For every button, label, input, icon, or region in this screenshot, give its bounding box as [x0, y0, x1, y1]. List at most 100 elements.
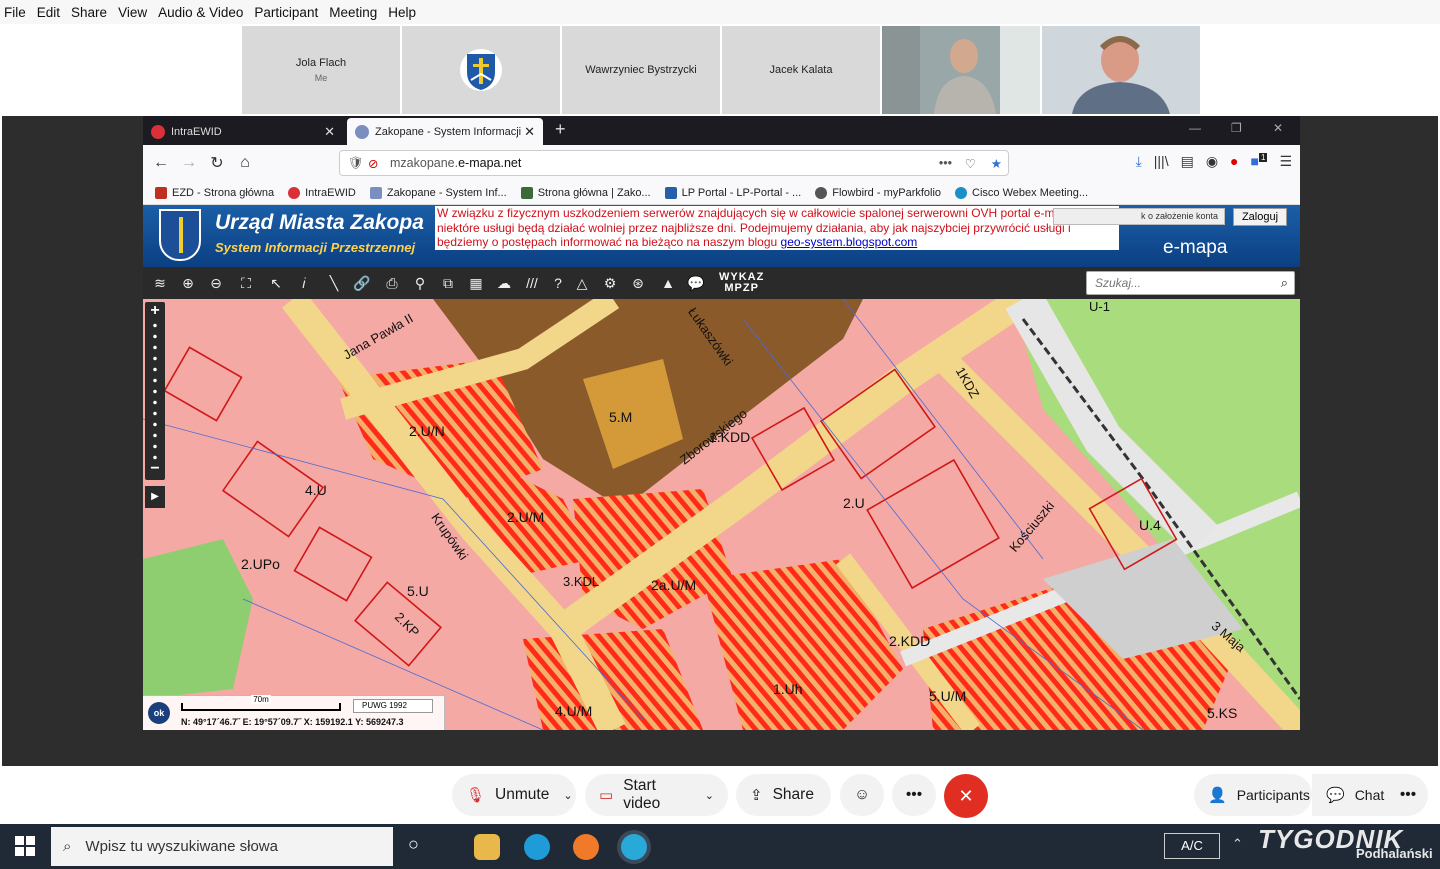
participant-tile[interactable]: Wawrzyniec Bystrzycki	[562, 26, 720, 114]
participants-button[interactable]: 👤 Participants	[1194, 774, 1312, 816]
minimize-icon[interactable]: —	[1189, 121, 1201, 135]
webex-icon[interactable]	[621, 834, 647, 860]
zoom-out-icon[interactable]: −	[145, 460, 165, 478]
more-options-button[interactable]: •••	[892, 774, 936, 816]
mic-muted-icon: 🎙	[466, 787, 486, 804]
bookmark-item[interactable]: Zakopane - System Inf...	[369, 186, 507, 199]
bookmark-item[interactable]: Cisco Webex Meeting...	[955, 186, 1088, 199]
hatch-icon[interactable]: ///	[523, 274, 541, 292]
menu-meeting[interactable]: Meeting	[329, 5, 377, 20]
close-icon[interactable]: ✕	[324, 124, 335, 140]
participant-video[interactable]	[882, 26, 1040, 114]
measure-icon[interactable]: ╲	[325, 274, 343, 292]
new-tab-icon[interactable]: +	[555, 119, 566, 140]
login-button[interactable]: Zaloguj	[1233, 208, 1287, 226]
tray-chevron-icon[interactable]: ⌃	[1232, 836, 1243, 852]
zoning-map[interactable]: 2.U/N 2.U/M 4.U 2.UPo 5.U 2.U 2a.U/M 1.U…	[143, 299, 1300, 730]
extension-icon[interactable]: ■ 1	[1251, 153, 1268, 170]
bookmark-item[interactable]: Flowbird - myParkfolio	[815, 186, 941, 199]
back-icon[interactable]: ←	[147, 154, 175, 172]
pointer-icon[interactable]: ↖	[267, 274, 285, 292]
star-icon[interactable]: ★	[991, 156, 1002, 171]
unmute-button[interactable]: 🎙 Unmute ⌄	[452, 774, 576, 816]
map-search-input[interactable]: Szukaj... ⌕	[1086, 271, 1295, 295]
help-icon[interactable]: ?	[549, 274, 567, 292]
wykaz-mpzp-button[interactable]: WYKAZ MPZP	[719, 272, 764, 294]
sidebar-icon[interactable]: ▤	[1181, 153, 1194, 170]
link-icon[interactable]: 🔗	[353, 274, 371, 292]
layers-icon[interactable]: ≋	[151, 274, 169, 292]
compass-icon[interactable]: △	[573, 274, 591, 292]
share-button[interactable]: ⇪ Share	[736, 774, 831, 816]
opera-icon[interactable]: ●	[1230, 153, 1238, 170]
task-view-icon[interactable]: ○	[408, 834, 419, 855]
forward-icon[interactable]: →	[175, 154, 203, 172]
projection-select[interactable]: PUWG 1992	[353, 699, 433, 713]
start-video-button[interactable]: ▭ Start video ⌄	[585, 774, 728, 816]
participant-tile[interactable]: Jacek Kalata	[722, 26, 880, 114]
chevron-down-icon[interactable]: ⌄	[563, 789, 572, 802]
chevron-down-icon[interactable]: ⌄	[705, 789, 714, 802]
menu-file[interactable]: File	[4, 5, 26, 20]
bookmark-item[interactable]: EZD - Strona główna	[155, 186, 274, 199]
settings-icon[interactable]: ⚙	[601, 274, 619, 292]
close-window-icon[interactable]: ✕	[1273, 121, 1283, 135]
close-icon[interactable]: ✕	[524, 124, 535, 140]
participant-video[interactable]	[1042, 26, 1200, 114]
file-explorer-icon[interactable]	[474, 834, 500, 860]
zoom-extent-icon[interactable]: ⛶	[237, 274, 255, 292]
menu-share[interactable]: Share	[71, 5, 107, 20]
blog-link[interactable]: geo-system.blogspot.com	[781, 235, 918, 249]
terrain-icon[interactable]: ▲	[659, 274, 677, 292]
library-icon[interactable]: |||\	[1154, 153, 1169, 170]
print-icon[interactable]: ⎙	[383, 274, 401, 292]
restore-icon[interactable]: ❐	[1231, 121, 1242, 135]
edge-icon[interactable]	[524, 834, 550, 860]
register-link[interactable]: k o założenie konta	[1053, 208, 1225, 225]
participant-tile[interactable]	[402, 26, 560, 114]
menu-edit[interactable]: Edit	[37, 5, 60, 20]
windows-start-icon[interactable]	[15, 836, 35, 856]
bookmark-item[interactable]: LP Portal - LP-Portal - ...	[664, 186, 801, 199]
hamburger-menu-icon[interactable]: ☰	[1279, 153, 1292, 170]
zoom-out-icon[interactable]: ⊖	[207, 274, 225, 292]
menu-view[interactable]: View	[118, 5, 147, 20]
taskbar-search-input[interactable]: ⌕ Wpisz tu wyszukiwane słowa	[51, 827, 393, 866]
grid-icon[interactable]: ▦	[467, 274, 485, 292]
leave-meeting-button[interactable]: ✕	[944, 774, 988, 818]
download-icon[interactable]: ⤓	[1136, 153, 1142, 170]
participant-tile[interactable]: Jola Flach Me	[242, 26, 400, 114]
home-icon[interactable]: ⌂	[231, 154, 259, 172]
zoom-track[interactable]	[145, 320, 165, 460]
bookmark-item[interactable]: Strona główna | Zako...	[520, 186, 651, 199]
streetview-icon[interactable]: ⚲	[411, 274, 429, 292]
chat-button[interactable]: 💬 Chat	[1312, 774, 1388, 816]
export-icon[interactable]: ⧉	[439, 274, 457, 292]
comment-icon[interactable]: ☁	[495, 274, 513, 292]
account-icon[interactable]: ◉	[1206, 153, 1218, 170]
pocket-icon[interactable]: ♡	[965, 156, 976, 171]
zoom-slider[interactable]: + −	[145, 302, 165, 480]
reactions-button[interactable]: ☺	[840, 774, 884, 816]
location-icon[interactable]: ⊛	[629, 274, 647, 292]
browser-tab[interactable]: IntraEWID ✕	[143, 118, 343, 145]
url-bar[interactable]: 🛡 ⊘ mzakopane. e-mapa.net ••• ♡ ★	[339, 150, 1009, 176]
map-label: 2.KDD	[889, 633, 931, 649]
more-icon[interactable]: •••	[939, 156, 952, 170]
browser-tab-active[interactable]: Zakopane - System Informacji I ✕	[347, 118, 543, 145]
search-icon[interactable]: ⌕	[1281, 275, 1288, 291]
info-icon[interactable]: 𝑖	[295, 274, 313, 292]
reload-icon[interactable]: ↻	[203, 153, 231, 173]
chat-bubble-icon[interactable]: 💬	[687, 274, 705, 292]
firefox-icon[interactable]	[573, 834, 599, 860]
menu-audio-video[interactable]: Audio & Video	[158, 5, 243, 20]
menu-participant[interactable]: Participant	[254, 5, 318, 20]
ok-button[interactable]: ok	[148, 702, 170, 724]
expand-panel-icon[interactable]: ▶	[145, 486, 165, 508]
zoom-in-icon[interactable]: ⊕	[179, 274, 197, 292]
more-panels-button[interactable]: •••	[1388, 774, 1428, 816]
zoom-in-icon[interactable]: +	[145, 302, 165, 320]
participant-name: Jola Flach	[295, 57, 347, 69]
bookmark-item[interactable]: IntraEWID	[288, 186, 356, 199]
menu-help[interactable]: Help	[388, 5, 416, 20]
